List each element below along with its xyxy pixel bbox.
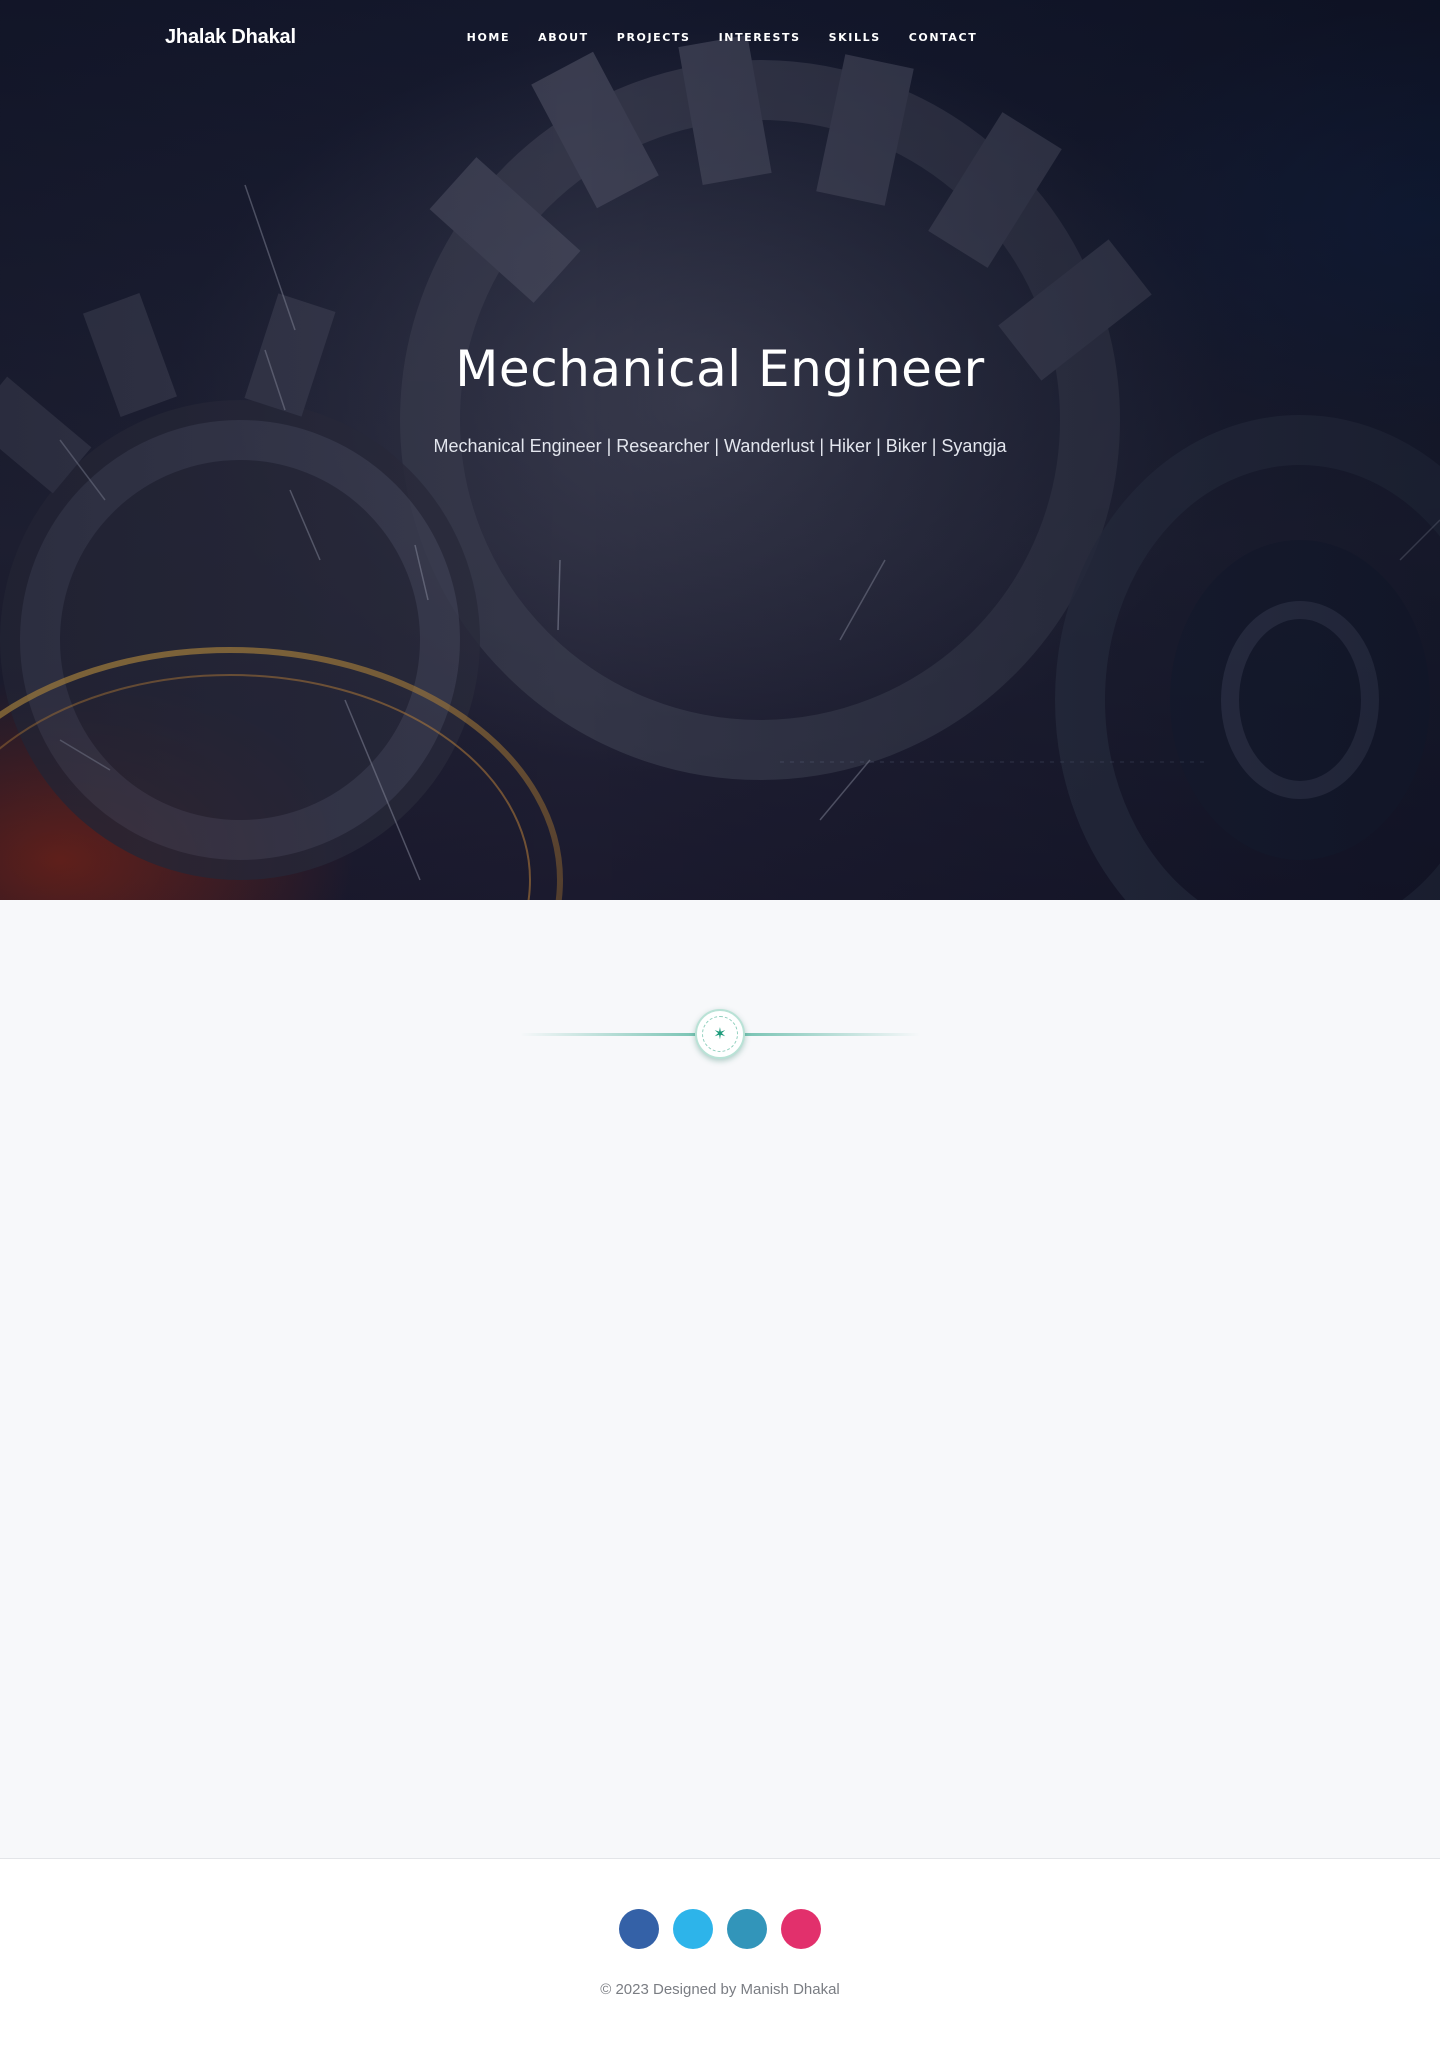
nav-about[interactable]: ABOUT bbox=[538, 30, 589, 46]
asterisk-icon: ✶ bbox=[702, 1016, 738, 1052]
linkedin-icon[interactable] bbox=[727, 1909, 767, 1949]
footer: © 2023 Designed by Manish Dhakal bbox=[0, 1858, 1440, 2056]
nav-skills[interactable]: SKILLS bbox=[829, 30, 881, 46]
hero-section: Jhalak Dhakal HOME ABOUT PROJECTS INTERE… bbox=[0, 0, 1440, 900]
nav-interests[interactable]: INTERESTS bbox=[719, 30, 801, 46]
main-nav: HOME ABOUT PROJECTS INTERESTS SKILLS CON… bbox=[0, 30, 1440, 46]
divider-badge: ✶ bbox=[695, 1009, 745, 1059]
divider-line-right bbox=[740, 1033, 920, 1036]
divider-line-left bbox=[520, 1033, 700, 1036]
nav-projects[interactable]: PROJECTS bbox=[617, 30, 691, 46]
twitter-icon[interactable] bbox=[673, 1909, 713, 1949]
social-links bbox=[0, 1909, 1440, 1949]
instagram-icon[interactable] bbox=[781, 1909, 821, 1949]
hero-subtitle: Mechanical Engineer | Researcher | Wande… bbox=[433, 436, 1007, 456]
facebook-icon[interactable] bbox=[619, 1909, 659, 1949]
section-divider: ✶ bbox=[520, 1008, 920, 1060]
nav-contact[interactable]: CONTACT bbox=[909, 30, 978, 46]
copyright-text: © 2023 Designed by Manish Dhakal bbox=[600, 1981, 840, 1998]
nav-home[interactable]: HOME bbox=[467, 30, 510, 46]
hero-title: Mechanical Engineer bbox=[455, 340, 985, 398]
